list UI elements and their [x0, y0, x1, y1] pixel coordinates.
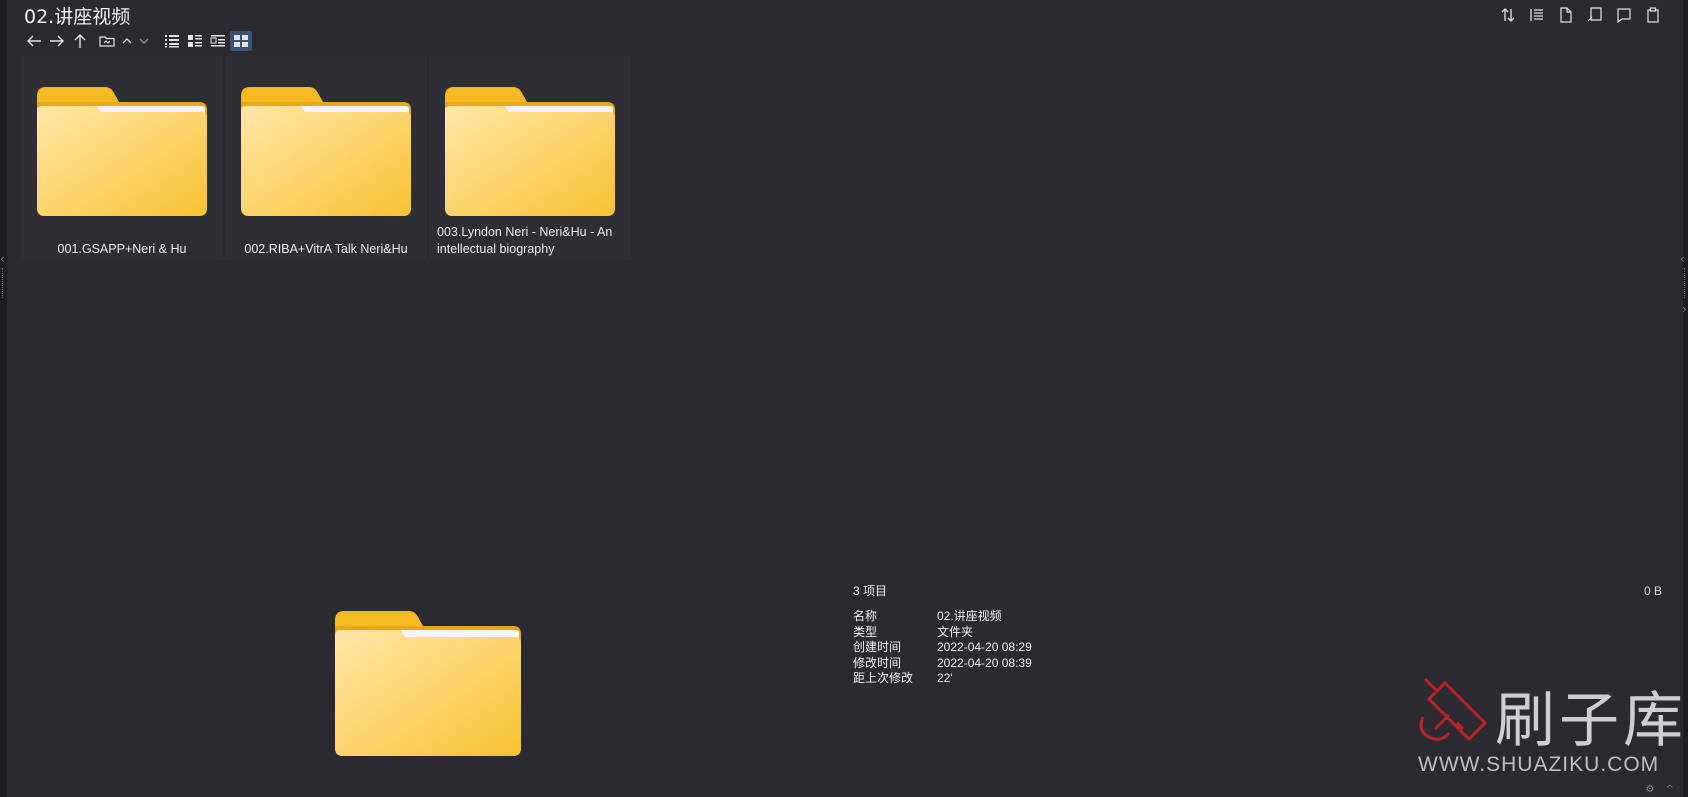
copy-path-icon: [1587, 7, 1602, 22]
item-count: 3 项目: [853, 584, 888, 598]
property-row: 类型 文件夹: [853, 625, 1032, 641]
status-corner-icons[interactable]: ⚙ ^: [1645, 784, 1674, 795]
property-key: 修改时间: [853, 655, 902, 670]
property-row: 创建时间 2022-04-20 08:29: [853, 640, 1032, 656]
property-row: 修改时间 2022-04-20 08:39: [853, 656, 1032, 672]
left-grip-handle[interactable]: [2, 268, 5, 298]
up-button[interactable]: [69, 31, 91, 51]
watermark-url: WWW.SHUAZIKU.COM: [1418, 753, 1660, 776]
property-key: 创建时间: [853, 640, 902, 654]
collapse-left-icon[interactable]: ‹: [0, 252, 5, 266]
file-icon: [1559, 7, 1572, 23]
property-row: 距上次修改 22': [853, 671, 1032, 687]
property-key: 名称: [853, 609, 878, 623]
expand-right-icon[interactable]: ›: [1682, 302, 1687, 316]
right-toolbar: [1492, 5, 1666, 25]
details-view-button[interactable]: [161, 31, 183, 51]
property-value: 2022-04-20 08:39: [937, 655, 1032, 670]
left-panel-edge[interactable]: ‹: [0, 0, 7, 797]
scroll-up-button[interactable]: [119, 31, 135, 51]
up-arrow-icon: [74, 34, 86, 48]
file-grid: 001.GSAPP+Neri & Hu 002.RIBA+VitrA Talk …: [21, 56, 633, 260]
folder-name: 001.GSAPP+Neri & Hu: [57, 242, 187, 256]
tiles-view-button[interactable]: [207, 31, 229, 51]
watermark-text: 刷子库: [1495, 686, 1687, 756]
total-size: 0 B: [1643, 584, 1662, 598]
clipboard-icon: [1646, 7, 1659, 23]
group-button[interactable]: [1523, 5, 1550, 25]
property-key: 类型: [853, 624, 878, 639]
details-panel: 3 项目 名称 02.讲座视频 类型 文件夹 创建时间 2022-04-20 0…: [853, 582, 1032, 687]
settings-small-icon[interactable]: ⚙: [1645, 784, 1654, 795]
chevron-up-small-icon[interactable]: ^: [1666, 784, 1674, 795]
folder-icon: [445, 87, 615, 216]
back-arrow-icon: [27, 35, 41, 47]
list-view-icon: [188, 35, 202, 47]
clipboard-button[interactable]: [1639, 5, 1666, 25]
group-list-icon: [1529, 9, 1543, 21]
folder-item[interactable]: 002.RIBA+VitrA Talk Neri&Hu: [225, 56, 427, 260]
folder-item[interactable]: 003.Lyndon Neri - Neri&Hu - An intellect…: [429, 56, 631, 260]
collapse-right-icon[interactable]: ‹: [1680, 252, 1685, 266]
scroll-down-button[interactable]: [136, 31, 152, 51]
right-grip-handle[interactable]: [1684, 268, 1687, 298]
watermark-brush-logo: [1419, 677, 1488, 742]
copy-path-button[interactable]: [1581, 5, 1608, 25]
property-value: 22': [937, 671, 953, 685]
property-value: 2022-04-20 08:29: [937, 640, 1032, 654]
preview-pane-button[interactable]: [1610, 5, 1637, 25]
window-title: 02.讲座视频: [24, 6, 131, 28]
forward-arrow-icon: [50, 35, 64, 47]
folder-name: 003.Lyndon Neri - Neri&Hu - An intellect…: [437, 225, 613, 256]
property-value: 文件夹: [937, 624, 974, 639]
new-file-button[interactable]: [1552, 5, 1579, 25]
tiles-view-icon: [210, 35, 225, 47]
sort-button[interactable]: [1494, 5, 1521, 25]
property-value: 02.讲座视频: [937, 609, 1002, 623]
forward-button[interactable]: [46, 31, 68, 51]
chevron-up-icon: [122, 38, 132, 44]
thumbnails-view-icon: [234, 35, 248, 47]
back-button[interactable]: [23, 31, 45, 51]
details-view-icon: [165, 35, 179, 48]
property-row: 名称 02.讲座视频: [853, 609, 1032, 625]
chevron-down-icon: [139, 38, 149, 44]
folder-icon: [37, 87, 207, 216]
thumbnails-view-button[interactable]: [230, 31, 252, 51]
properties-table: 名称 02.讲座视频 类型 文件夹 创建时间 2022-04-20 08:29 …: [853, 609, 1032, 687]
folder-item[interactable]: 001.GSAPP+Neri & Hu: [21, 56, 223, 260]
property-key: 距上次修改: [853, 671, 914, 685]
navigation-toolbar: [23, 31, 253, 51]
preview-folder-icon: [335, 611, 521, 756]
folder-location-button[interactable]: [96, 31, 118, 51]
folder-outline-icon: [99, 36, 115, 47]
list-view-button[interactable]: [184, 31, 206, 51]
sort-icon: [1501, 8, 1514, 22]
folder-name: 002.RIBA+VitrA Talk Neri&Hu: [244, 242, 408, 256]
preview-pane-icon: [1616, 8, 1631, 23]
folder-icon: [241, 87, 411, 216]
